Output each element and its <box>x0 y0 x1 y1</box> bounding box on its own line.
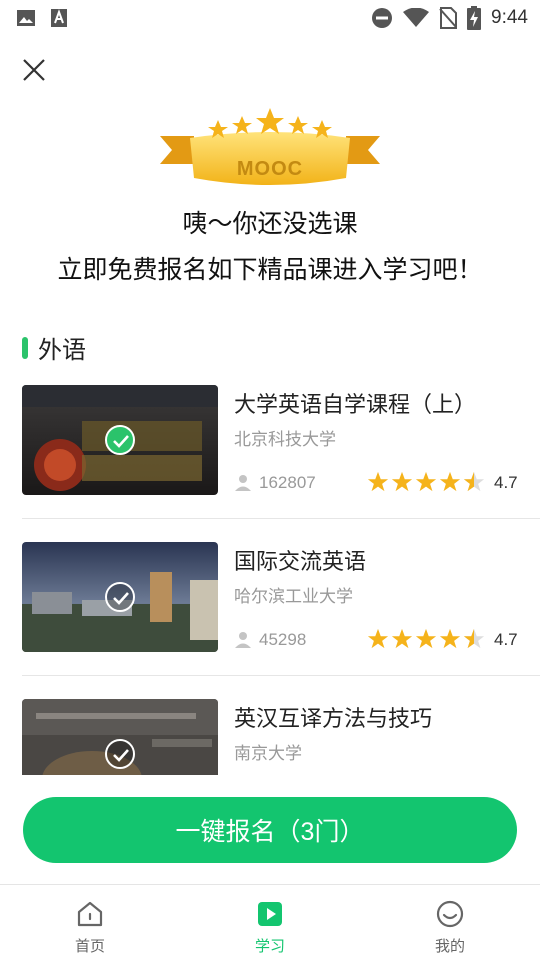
star-icon <box>439 471 461 492</box>
enroll-all-button[interactable]: 一键报名（3门） <box>23 797 517 863</box>
course-meta: 162807 4.7 <box>234 471 540 495</box>
divider <box>22 518 540 519</box>
star-icon <box>391 628 413 649</box>
learner-count: 162807 <box>259 473 316 492</box>
nav-item-profile[interactable]: 我的 <box>360 885 540 960</box>
course-thumbnail <box>22 542 218 652</box>
learner-count: 45298 <box>259 630 307 649</box>
nav-item-home[interactable]: 首页 <box>0 885 180 960</box>
course-thumbnail <box>22 699 218 775</box>
battery-charging-icon <box>467 6 482 30</box>
section-header: 外语 <box>22 330 86 365</box>
nav-label-home: 首页 <box>74 937 105 955</box>
course-school: 南京大学 <box>234 744 302 764</box>
rating-value: 4.7 <box>494 473 518 492</box>
status-time: 9:44 <box>491 7 528 28</box>
course-school: 北京科技大学 <box>234 430 336 450</box>
play-icon <box>258 902 282 926</box>
course-list: 大学英语自学课程（上） 北京科技大学 162807 4.7 国际交流英语 哈尔滨… <box>22 385 540 775</box>
star-icon <box>415 471 437 492</box>
enroll-all-label: 一键报名（3门） <box>175 818 365 846</box>
course-meta: 45298 4.7 <box>234 628 540 652</box>
bottom-nav: 首页 学习 我的 <box>0 884 540 960</box>
section-accent-bar <box>22 336 28 359</box>
course-item[interactable]: 国际交流英语 哈尔滨工业大学 45298 4.7 <box>22 542 540 699</box>
nav-label-study: 学习 <box>254 937 285 955</box>
half-star-icon <box>463 471 485 492</box>
empty-state-title: 咦～你还没选课 <box>182 209 358 238</box>
star-icon <box>367 471 389 492</box>
check-icon <box>113 749 129 762</box>
user-icon <box>235 632 251 648</box>
section-title: 外语 <box>38 336 86 364</box>
rating-stars <box>367 628 485 650</box>
nav-item-study[interactable]: 学习 <box>180 885 360 960</box>
course-thumbnail <box>22 385 218 495</box>
mooc-badge-text: MOOC <box>236 158 304 180</box>
close-icon <box>23 59 45 81</box>
no-sim-icon <box>439 7 458 29</box>
do-not-disturb-icon <box>372 8 393 28</box>
half-star-icon <box>463 628 485 649</box>
empty-state-subtitle: 立即免费报名如下精品课进入学习吧！ <box>57 255 483 284</box>
star-icon <box>391 471 413 492</box>
user-icon <box>235 475 251 491</box>
smile-icon <box>436 900 464 928</box>
status-bar: 9:44 <box>0 0 540 36</box>
check-icon <box>113 592 129 605</box>
course-school: 哈尔滨工业大学 <box>234 587 353 607</box>
wifi-icon <box>403 8 430 27</box>
home-icon <box>77 901 103 927</box>
mooc-ribbon-badge <box>160 108 380 194</box>
course-title: 英汉互译方法与技巧 <box>234 707 433 732</box>
star-icon <box>367 628 389 649</box>
check-icon <box>113 435 129 448</box>
star-icon <box>439 628 461 649</box>
close-button[interactable] <box>20 56 48 84</box>
selected-checkmark[interactable] <box>105 582 135 612</box>
course-title: 国际交流英语 <box>234 550 367 575</box>
font-icon <box>51 9 67 27</box>
ribbon-stars-illustration <box>160 108 380 185</box>
course-item[interactable]: 大学英语自学课程（上） 北京科技大学 162807 4.7 <box>22 385 540 542</box>
star-icon <box>415 628 437 649</box>
course-title: 大学英语自学课程（上） <box>234 393 477 418</box>
image-icon <box>17 10 35 26</box>
divider <box>22 675 540 676</box>
nav-label-profile: 我的 <box>434 937 465 955</box>
course-item[interactable]: 英汉互译方法与技巧 南京大学 <box>22 699 540 775</box>
rating-value: 4.7 <box>494 630 518 649</box>
selected-checkmark[interactable] <box>105 425 135 455</box>
selected-checkmark[interactable] <box>105 739 135 769</box>
rating-stars <box>367 471 485 493</box>
